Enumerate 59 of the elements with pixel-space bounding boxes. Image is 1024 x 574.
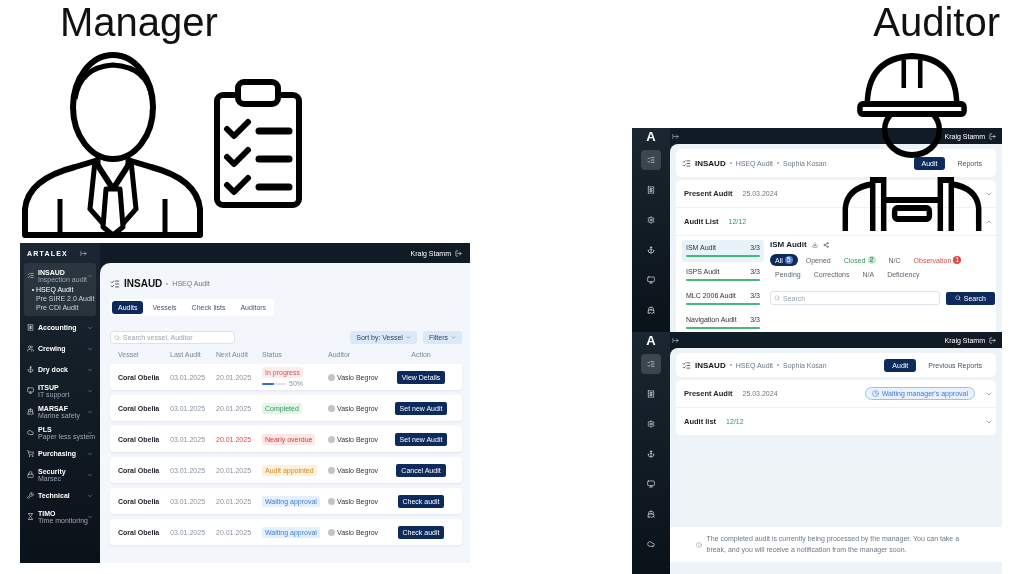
cart-icon (27, 450, 34, 457)
search-icon (954, 295, 961, 301)
checklist-icon (682, 158, 691, 168)
checklist-icon (27, 272, 34, 279)
brand-logo: A (646, 128, 656, 144)
clipboard-checklist-icon (213, 79, 303, 209)
avatar (328, 528, 335, 536)
page-title: INSAUD (695, 360, 726, 370)
nav-item[interactable] (641, 354, 661, 374)
share-icon[interactable] (822, 241, 829, 248)
checklist-icon (682, 360, 691, 370)
checklist-icon (110, 278, 120, 289)
anchor-icon (27, 366, 34, 373)
monitor-icon (647, 480, 655, 488)
lock-icon (27, 471, 34, 478)
ship-icon (647, 306, 655, 314)
avatar (328, 466, 335, 474)
receipt-icon (647, 390, 655, 398)
chevron-icon (405, 335, 411, 340)
audit-title: ISM Audit (770, 240, 807, 249)
avatar (328, 497, 335, 505)
receipt-icon (27, 324, 34, 331)
anchor-icon (647, 450, 655, 458)
logout-icon[interactable] (989, 336, 996, 344)
logout-icon[interactable] (455, 249, 462, 257)
users-icon (27, 345, 34, 352)
search-icon (774, 295, 780, 301)
sidebar-toggle-icon[interactable] (79, 250, 87, 257)
download-icon[interactable] (811, 241, 818, 248)
hourglass-icon (27, 513, 34, 520)
receipt-icon (647, 186, 655, 194)
info-icon (695, 541, 702, 548)
ship-icon (27, 408, 34, 415)
cloud-icon (647, 540, 655, 548)
sidebar-toggle-icon[interactable] (672, 336, 679, 344)
gear-icon (647, 420, 655, 428)
logout-icon[interactable] (989, 132, 996, 140)
avatar (328, 404, 335, 412)
search-icon (114, 334, 120, 341)
avatar (328, 435, 335, 443)
checklist-icon (647, 360, 655, 368)
page-title: INSAUD (695, 158, 726, 168)
ship-icon (647, 510, 655, 518)
gear-icon (647, 216, 655, 224)
sidebar-toggle-icon[interactable] (672, 132, 679, 140)
clock-icon (871, 390, 879, 397)
monitor-icon (27, 387, 34, 394)
anchor-icon (647, 246, 655, 254)
slide-title: Auditor (873, 0, 1000, 45)
nav-item[interactable] (641, 150, 661, 170)
avatar (328, 373, 335, 381)
brand-logo: A (646, 332, 656, 348)
wrench-icon (27, 492, 34, 499)
page-title: INSAUD (124, 278, 163, 289)
chevron-icon (451, 335, 456, 340)
monitor-icon (647, 276, 655, 284)
slide-title: Manager (60, 0, 218, 45)
cloud-icon (27, 429, 34, 436)
checklist-icon (647, 156, 655, 164)
